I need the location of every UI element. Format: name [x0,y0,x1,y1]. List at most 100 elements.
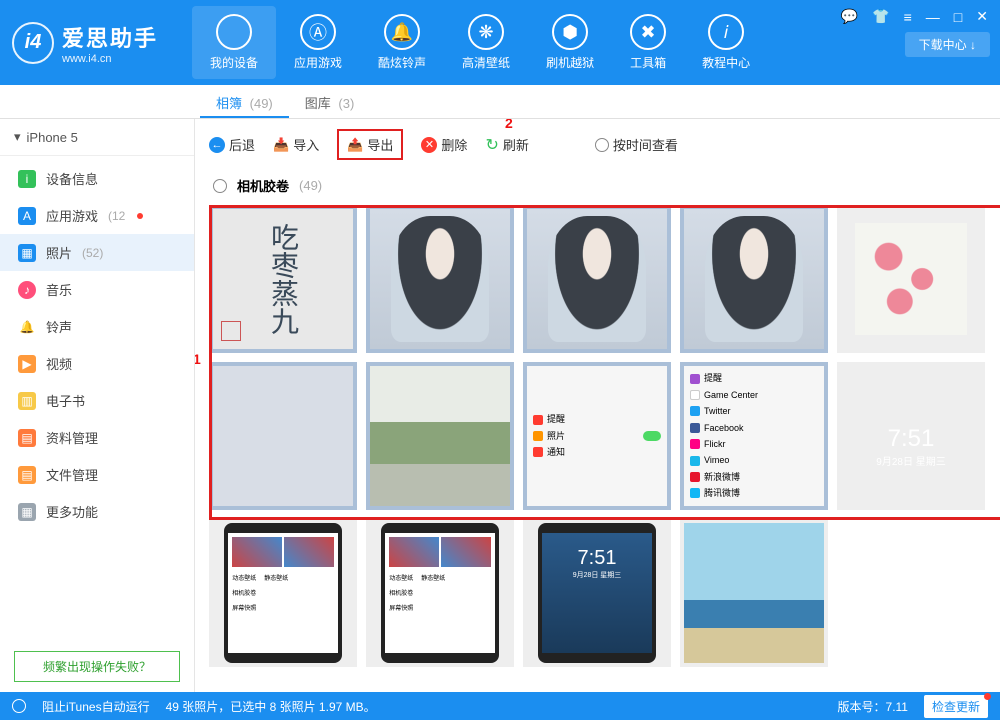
tool-label: 导出 [367,135,393,154]
nav-ringtones[interactable]: 🔔 酷炫铃声 [360,6,444,79]
tool-label: 按时间查看 [613,135,678,154]
tab-library[interactable]: 图库 (3) [289,85,371,118]
nav-label: 高清壁纸 [462,54,510,71]
tool-label: 后退 [229,135,255,154]
sidebar-item-music[interactable]: ♪音乐 [0,271,194,308]
photo-thumb[interactable] [523,205,671,353]
faq-button[interactable]: 频繁出现操作失败？ [14,651,180,682]
toggle-icon [643,431,661,441]
sidebar-item-label: 电子书 [46,391,85,410]
video-icon: ▶ [18,355,36,373]
sidebar-item-files[interactable]: ▤文件管理 [0,456,194,493]
tab-count: (3) [338,96,354,111]
maximize-button[interactable]: □ [950,7,966,27]
feedback-icon[interactable]: 💬 [837,6,862,27]
photo-thumb[interactable] [209,362,357,510]
data-icon: ▤ [18,429,36,447]
nav-jailbreak[interactable]: ⬢ 刷机越狱 [528,6,612,79]
sidebar-item-ringtones[interactable]: 🔔 铃声 [0,308,194,345]
sidebar-count: (12 [108,209,125,223]
photo-thumb[interactable] [366,205,514,353]
version-value: 7.11 [886,700,908,714]
photo-thumb[interactable]: 7:519月28日 星期三 [837,362,985,510]
selection-summary: 49 张照片，已选中 8 张照片 1.97 MB。 [166,698,376,715]
calligraphy-text: 吃枣蒸九 [263,223,303,335]
sidebar-item-label: 铃声 [46,317,72,336]
bell-icon: 🔔 [384,14,420,50]
box-icon: ⬢ [552,14,588,50]
sidebar-list: i设备信息 A应用游戏(12 ▦照片(52) ♪音乐 🔔铃声 ▶视频 ▥电子书 … [0,156,194,641]
import-icon: 📥 [273,137,289,153]
nav-wallpapers[interactable]: ❋高清壁纸 [444,6,528,79]
view-by-time-button[interactable]: 按时间查看 [595,135,678,154]
tool-label: 导入 [293,135,319,154]
photo-thumb[interactable]: 动态壁纸静态壁纸相机胶卷屏幕快照 [366,519,514,667]
apps-icon: A [18,207,36,225]
nav-label: 教程中心 [702,54,750,71]
nav-label: 我的设备 [210,54,258,71]
sidebar-item-video[interactable]: ▶ 视频 [0,345,194,382]
tab-label: 图库 [305,96,331,111]
check-update-button[interactable]: 检查更新 [924,695,988,718]
device-name-label: iPhone 5 [27,130,78,145]
bell-icon: 🔔 [18,318,36,336]
nav-my-device[interactable]: 我的设备 [192,6,276,79]
nav-label: 刷机越狱 [546,54,594,71]
nav-label: 酷炫铃声 [378,54,426,71]
delete-icon: ✕ [421,137,437,153]
photo-thumb[interactable]: 动态壁纸静态壁纸相机胶卷屏幕快照 [209,519,357,667]
download-center-button[interactable]: 下载中心 ↓ [905,32,990,57]
logo-badge: i4 [12,22,54,64]
back-button[interactable]: ←后退 [209,135,255,154]
refresh-icon: ↻ [485,135,498,155]
sidebar-item-label: 照片 [46,243,72,262]
annotation-marker-2: 2 [505,119,513,131]
export-button[interactable]: 📤导出 [337,129,403,160]
photo-thumb[interactable] [680,205,828,353]
sidebar-item-device-info[interactable]: i设备信息 [0,160,194,197]
nav-apps[interactable]: Ⓐ应用游戏 [276,6,360,79]
refresh-button[interactable]: ↻ 刷新 [485,135,528,155]
photo-thumb[interactable] [366,362,514,510]
photo-thumb[interactable]: 提醒 照片 通知 [523,362,671,510]
skin-icon[interactable]: 👕 [868,6,893,27]
sidebar-item-label: 设备信息 [46,169,98,188]
device-sidebar: ▾ iPhone 5 i设备信息 A应用游戏(12 ▦ 照片 (52) ♪音乐 🔔 铃… [0,119,195,692]
back-icon: ← [209,137,225,153]
photo-thumb[interactable] [680,519,828,667]
radio-icon [595,138,609,152]
delete-button[interactable]: ✕删除 [421,135,467,154]
album-name: 相机胶卷 [237,176,289,195]
itunes-toggle[interactable] [12,699,26,713]
lock-date: 9月28日 星期三 [542,570,652,580]
photo-thumb[interactable] [837,205,985,353]
app-name: 爱思助手 [62,21,158,53]
nav-label: 工具箱 [630,54,666,71]
photo-thumb[interactable]: 吃枣蒸九 [209,205,357,353]
wrench-icon: ✖ [630,14,666,50]
sidebar-item-photos[interactable]: ▦照片(52) [0,234,194,271]
import-button[interactable]: 📥导入 [273,135,319,154]
close-button[interactable]: ✕ [972,6,992,27]
photo-thumb[interactable]: 提醒 Game Center Twitter Facebook Flickr V… [680,362,828,510]
select-all-radio[interactable] [213,179,227,193]
sidebar-item-label: 视频 [46,354,72,373]
menu-icon[interactable]: ≡ [900,7,916,27]
sidebar-item-data[interactable]: ▤资料管理 [0,419,194,456]
more-icon: ▦ [18,503,36,521]
tool-label: 刷新 [503,135,529,154]
info-icon: 𝑖 [708,14,744,50]
export-icon: 📤 [347,137,363,153]
tab-albums[interactable]: 相簿 (49) [200,85,289,118]
photo-grid: 1 吃枣蒸九 提醒 照片 通知 [195,201,1000,692]
sidebar-item-apps[interactable]: A应用游戏(12 [0,197,194,234]
sidebar-item-ebooks[interactable]: ▥电子书 [0,382,194,419]
nav-tutorials[interactable]: 𝑖 教程中心 [684,6,768,79]
nav-toolbox[interactable]: ✖ 工具箱 [612,6,684,79]
photo-thumb[interactable]: 7:519月28日 星期三 [523,519,671,667]
minimize-button[interactable]: — [922,7,944,27]
device-selector[interactable]: ▾ iPhone 5 [0,119,194,156]
sidebar-item-more[interactable]: ▦更多功能 [0,493,194,530]
seal-icon [221,321,241,341]
sidebar-count: (52) [82,246,103,260]
